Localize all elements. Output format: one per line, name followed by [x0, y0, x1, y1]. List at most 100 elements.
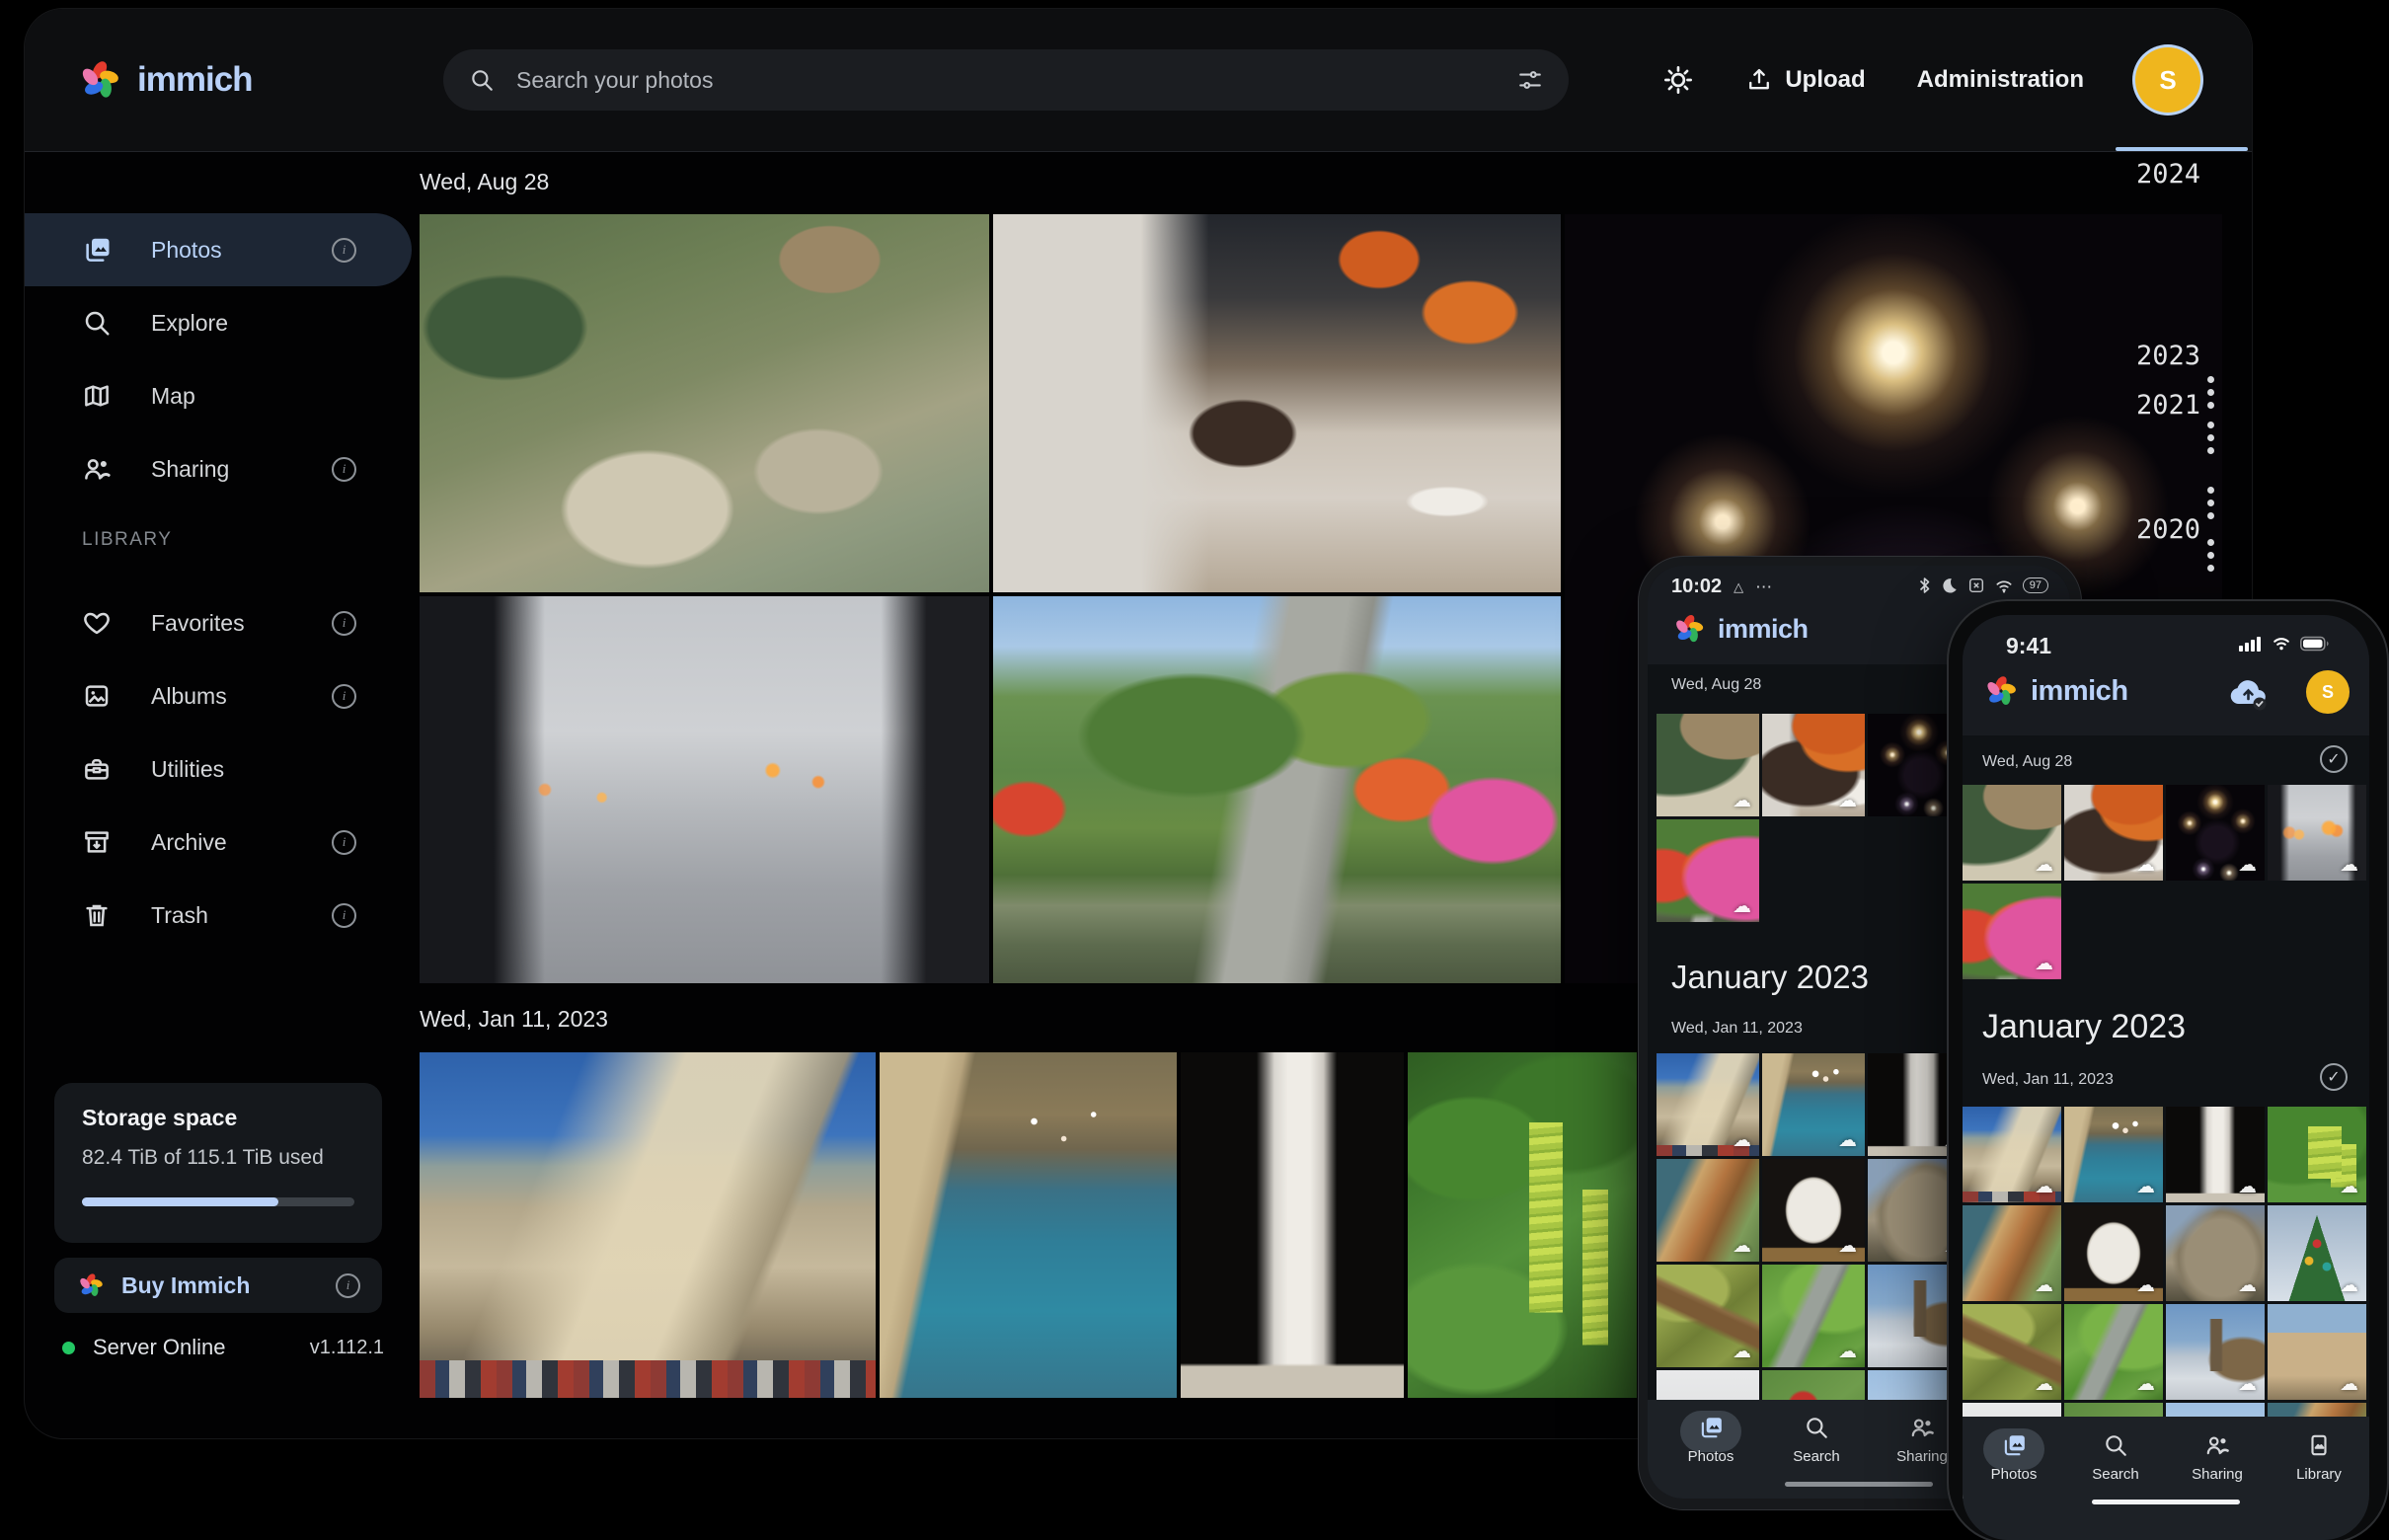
photo-autumn-path[interactable]: [1657, 819, 1759, 922]
photo-green-berries[interactable]: [1408, 1052, 1637, 1398]
photo-old-house[interactable]: [2268, 1304, 2366, 1400]
photo-coastal-tower[interactable]: [880, 1052, 1177, 1398]
photo-monkeys-jungle[interactable]: [1963, 785, 2061, 881]
photo-lizard[interactable]: [1963, 1304, 2061, 1400]
scrubber-tick: [2207, 434, 2214, 441]
photo-marble-bust[interactable]: [1181, 1052, 1404, 1398]
select-all-check-icon[interactable]: ✓: [2320, 745, 2348, 773]
tab-search[interactable]: Search: [1765, 1415, 1868, 1465]
photo-beach-cliff[interactable]: [1963, 1205, 2061, 1301]
search-bar[interactable]: [443, 49, 1569, 111]
select-all-check-icon[interactable]: ✓: [2320, 1063, 2348, 1091]
tab-library[interactable]: Library: [2268, 1432, 2369, 1483]
timeline-scrubber[interactable]: 2024 2023 2021 2020: [2114, 9, 2252, 1438]
brand-wordmark: immich: [1718, 614, 1809, 645]
top-navbar: immich: [25, 9, 2252, 152]
photo-christmas-tree[interactable]: [2268, 1205, 2366, 1301]
sidebar-item-explore[interactable]: Explore: [25, 286, 412, 359]
tab-search[interactable]: Search: [2064, 1432, 2167, 1483]
info-icon[interactable]: i: [332, 830, 356, 855]
photo-autumn-path[interactable]: [1963, 884, 2061, 979]
bluetooth-icon: [1917, 576, 1932, 595]
home-indicator[interactable]: [1785, 1482, 1933, 1487]
buy-immich-label: Buy Immich: [121, 1272, 320, 1299]
sidebar-item-archive[interactable]: Archive i: [25, 806, 412, 879]
date-group-header: Wed, Aug 28: [1982, 753, 2072, 771]
phone1-statusbar-right: 97: [1917, 576, 2048, 595]
photo-dinner-table[interactable]: [1762, 714, 1865, 816]
date-group-header: Wed, Jan 11, 2023: [1982, 1071, 2114, 1089]
photo-holding-hands[interactable]: [420, 596, 989, 983]
info-icon[interactable]: i: [332, 238, 356, 263]
info-icon[interactable]: i: [332, 903, 356, 928]
photo-monkeys-jungle[interactable]: [1657, 714, 1759, 816]
administration-link[interactable]: Administration: [1917, 66, 2084, 94]
photo-coastal-tower[interactable]: [1762, 1053, 1865, 1156]
scrubber-tick: [2207, 512, 2214, 519]
photo-fortress-wall[interactable]: [420, 1052, 876, 1398]
home-indicator[interactable]: [2092, 1500, 2240, 1504]
storage-progress-fill: [82, 1197, 278, 1206]
sidebar-item-map[interactable]: Map: [25, 359, 412, 432]
scrubber-tick: [2207, 422, 2214, 428]
administration-label: Administration: [1917, 66, 2084, 94]
user-avatar[interactable]: S: [2306, 670, 2350, 714]
brand[interactable]: immich: [76, 56, 253, 104]
photo-green-berries[interactable]: [2268, 1107, 2366, 1202]
photo-beach-cliff[interactable]: [1657, 1159, 1759, 1262]
sidebar: Photos i Explore Map: [25, 152, 420, 1438]
album-image-icon: [82, 681, 112, 711]
search-filters-icon[interactable]: [1517, 67, 1543, 93]
info-icon[interactable]: i: [332, 684, 356, 709]
sidebar-label: Utilities: [151, 756, 224, 783]
scrubber-tick: [2207, 565, 2214, 572]
photo-autumn-path[interactable]: [993, 596, 1561, 983]
buy-immich-button[interactable]: Buy Immich i: [54, 1258, 382, 1313]
photo-fortress-wall[interactable]: [1657, 1053, 1759, 1156]
phone2-brand: immich: [1982, 672, 2128, 710]
scrubber-year[interactable]: 2023: [2136, 341, 2200, 371]
search-input[interactable]: [514, 66, 1517, 95]
date-group-header: Wed, Aug 28: [1671, 676, 1761, 694]
sidebar-item-trash[interactable]: Trash i: [25, 879, 412, 952]
photo-holding-hands[interactable]: [2268, 785, 2366, 881]
explore-search-icon: [82, 308, 112, 338]
photo-fortress-wall[interactable]: [1963, 1107, 2061, 1202]
photo-dinner-table[interactable]: [993, 214, 1561, 592]
immich-logo-icon: [76, 1270, 106, 1300]
theme-toggle-sun-icon[interactable]: [1662, 64, 1694, 96]
scrubber-year[interactable]: 2024: [2136, 159, 2200, 190]
info-icon[interactable]: i: [336, 1273, 360, 1298]
photo-monkeys-jungle[interactable]: [420, 214, 989, 592]
scrubber-year[interactable]: 2021: [2136, 390, 2200, 421]
tab-photos[interactable]: Photos: [1659, 1415, 1762, 1465]
scrubber-year[interactable]: 2020: [2136, 514, 2200, 545]
sidebar-item-albums[interactable]: Albums i: [25, 659, 412, 732]
photo-lizard[interactable]: [1657, 1265, 1759, 1367]
toolbox-icon: [82, 754, 112, 784]
battery-icon: [2300, 636, 2330, 652]
tab-label: Search: [2092, 1466, 2139, 1483]
info-icon[interactable]: i: [332, 611, 356, 636]
upload-button[interactable]: Upload: [1745, 66, 1865, 94]
tab-photos[interactable]: Photos: [1963, 1432, 2065, 1483]
server-status: Server Online: [93, 1335, 292, 1360]
sidebar-item-sharing[interactable]: Sharing i: [25, 432, 412, 505]
sim-alert-icon: [1967, 577, 1985, 594]
trash-icon: [82, 900, 112, 930]
tab-sharing[interactable]: Sharing: [2166, 1432, 2269, 1483]
status-more-icon: ⋯: [1755, 578, 1772, 597]
sidebar-item-favorites[interactable]: Favorites i: [25, 586, 412, 659]
date-group-header: Wed, Jan 11, 2023: [1671, 1020, 1803, 1038]
status-time: 9:41: [2006, 633, 2051, 659]
immich-logo-icon: [1982, 672, 2020, 710]
tab-label: Search: [1793, 1448, 1840, 1465]
info-icon[interactable]: i: [332, 457, 356, 482]
sidebar-item-photos[interactable]: Photos i: [25, 213, 412, 286]
immich-logo-icon: [1671, 611, 1707, 647]
photo-marble-sculpture[interactable]: [1762, 1159, 1865, 1262]
photo-lizard-moss[interactable]: [1762, 1265, 1865, 1367]
scrubber-tick: [2207, 389, 2214, 396]
sidebar-item-utilities[interactable]: Utilities: [25, 732, 412, 806]
sidebar-label: Albums: [151, 683, 227, 710]
